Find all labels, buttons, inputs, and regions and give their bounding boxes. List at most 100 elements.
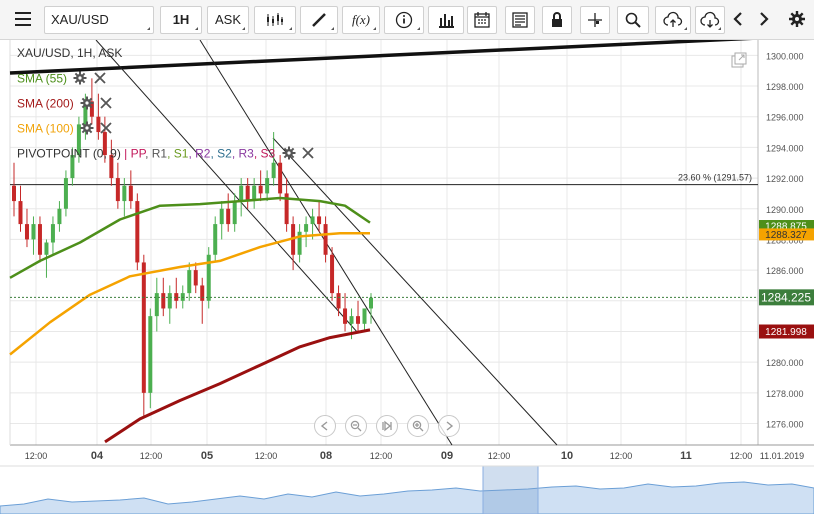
candle-type-button[interactable] [254, 6, 296, 34]
pivot-level-s1: , S1 [167, 146, 189, 161]
candle-body [187, 270, 192, 294]
news-button[interactable] [505, 6, 535, 34]
legend-sma200: SMA (200) [17, 96, 113, 113]
y-tick-label: 1292.000 [766, 174, 804, 184]
x-tick-label: 05 [201, 450, 213, 462]
symbol-selector[interactable]: XAU/USD [44, 6, 154, 34]
sma100-settings-icon[interactable] [80, 121, 94, 138]
candle-body [362, 308, 367, 324]
legend-pivot: PIVOTPOINT (0, 9) | PP, R1, S1, R2, S2, … [17, 146, 314, 163]
crosshair-button[interactable] [580, 6, 610, 34]
indicators-button[interactable] [428, 6, 464, 34]
scroll-left-button[interactable] [314, 415, 336, 437]
y-tick-label: 1290.000 [766, 205, 804, 215]
sma100-line [9, 232, 370, 356]
lock-icon [552, 12, 562, 27]
legend-sma55: SMA (55) [17, 71, 106, 88]
price-side-selector[interactable]: ASK [207, 6, 249, 34]
candle-body [115, 178, 120, 202]
news-icon [512, 12, 528, 28]
function-icon: f(x) [351, 12, 371, 27]
pivot-params: (0, 9) [92, 146, 121, 161]
x-tick-label: 09 [441, 450, 453, 462]
candle-body [265, 178, 270, 194]
candle-body [317, 216, 322, 225]
x-tick-label: 11.01.2019 [760, 451, 804, 461]
toolbar: XAU/USD 1H ASK f(x) [0, 0, 814, 40]
candle-body [304, 224, 309, 232]
candle-body [37, 224, 42, 255]
last-price-badge: 1284.225 [761, 291, 811, 305]
calendar-button[interactable] [467, 6, 497, 34]
pivot-label: PIVOTPOINT [17, 146, 90, 161]
function-button[interactable]: f(x) [342, 6, 380, 34]
prev-icon [733, 12, 742, 26]
next-icon [760, 12, 769, 26]
zoom-in-button[interactable] [407, 415, 429, 437]
candle-body [31, 224, 36, 240]
x-tick-label: 12:00 [370, 451, 393, 461]
candle-body [245, 185, 250, 202]
settings-icon [789, 11, 805, 27]
candle-body [44, 242, 49, 255]
sma100-label: SMA (100) [17, 121, 74, 136]
draw-tools-button[interactable] [300, 6, 338, 34]
candle-body [213, 224, 218, 255]
y-tick-label: 1294.000 [766, 143, 804, 153]
y-tick-label: 1298.000 [766, 82, 804, 92]
pivot-level-pp: | PP [124, 146, 146, 161]
candle-body [18, 201, 23, 225]
info-button[interactable] [384, 6, 424, 34]
info-icon [395, 11, 413, 29]
candle-body [323, 224, 328, 255]
x-tick-label: 12:00 [25, 451, 48, 461]
timeframe-selector[interactable]: 1H [160, 6, 202, 34]
channel-line-upper [272, 137, 558, 446]
sma100-remove-icon[interactable] [100, 122, 113, 137]
x-tick-label: 08 [320, 450, 332, 462]
price-chart[interactable]: 1300.000 1298.000 1296.000 1294.000 1292.000… [0, 40, 814, 514]
menu-button[interactable] [8, 6, 38, 34]
lock-button[interactable] [542, 6, 572, 34]
download-button[interactable] [695, 6, 725, 34]
pivot-settings-icon[interactable] [282, 146, 296, 163]
y-tick-label: 1276.000 [766, 420, 804, 430]
x-tick-label: 11 [680, 450, 692, 462]
candle-body [336, 293, 341, 309]
zoom-out-button[interactable] [345, 415, 367, 437]
candle-body [258, 185, 263, 194]
chart-area[interactable]: 1300.000 1298.000 1296.000 1294.000 1292.000… [0, 40, 814, 514]
sma55-remove-icon[interactable] [94, 72, 106, 87]
zoom-out-icon [350, 420, 362, 432]
zoom-button[interactable] [617, 6, 649, 34]
draw-line-icon [312, 13, 326, 27]
candle-body [148, 316, 153, 393]
prev-button[interactable] [727, 6, 749, 34]
sma200-remove-icon[interactable] [100, 97, 113, 112]
reset-button[interactable] [376, 415, 398, 437]
pivot-remove-icon[interactable] [302, 147, 314, 162]
pivot-level-s2: , S2 [210, 146, 232, 161]
candle-body [50, 224, 55, 243]
sma55-settings-icon[interactable] [73, 71, 87, 88]
scroll-right-button[interactable] [438, 415, 460, 437]
upload-button[interactable] [655, 6, 691, 34]
x-tick-label: 12:00 [140, 451, 163, 461]
popout-button[interactable] [731, 52, 749, 68]
pivot-level-r2: , R2 [188, 146, 211, 161]
y-tick-label: 1296.000 [766, 113, 804, 123]
sma200-settings-icon[interactable] [80, 96, 94, 113]
pivot-level-r1: , R1 [145, 146, 168, 161]
chart-title: XAU/USD, 1H, ASK [17, 46, 123, 60]
pivot-levels: | PP, R1, S1, R2, S2, R3, S3 [124, 147, 275, 161]
candle-body [122, 185, 127, 202]
candle-body [161, 293, 166, 309]
x-tick-label: 04 [91, 450, 104, 462]
x-tick-label: 12:00 [488, 451, 511, 461]
next-button[interactable] [753, 6, 775, 34]
candle-body [24, 224, 29, 240]
settings-button[interactable] [784, 6, 810, 34]
candle-body [193, 270, 198, 286]
candle-body [239, 185, 244, 202]
navigator-window [482, 465, 539, 514]
